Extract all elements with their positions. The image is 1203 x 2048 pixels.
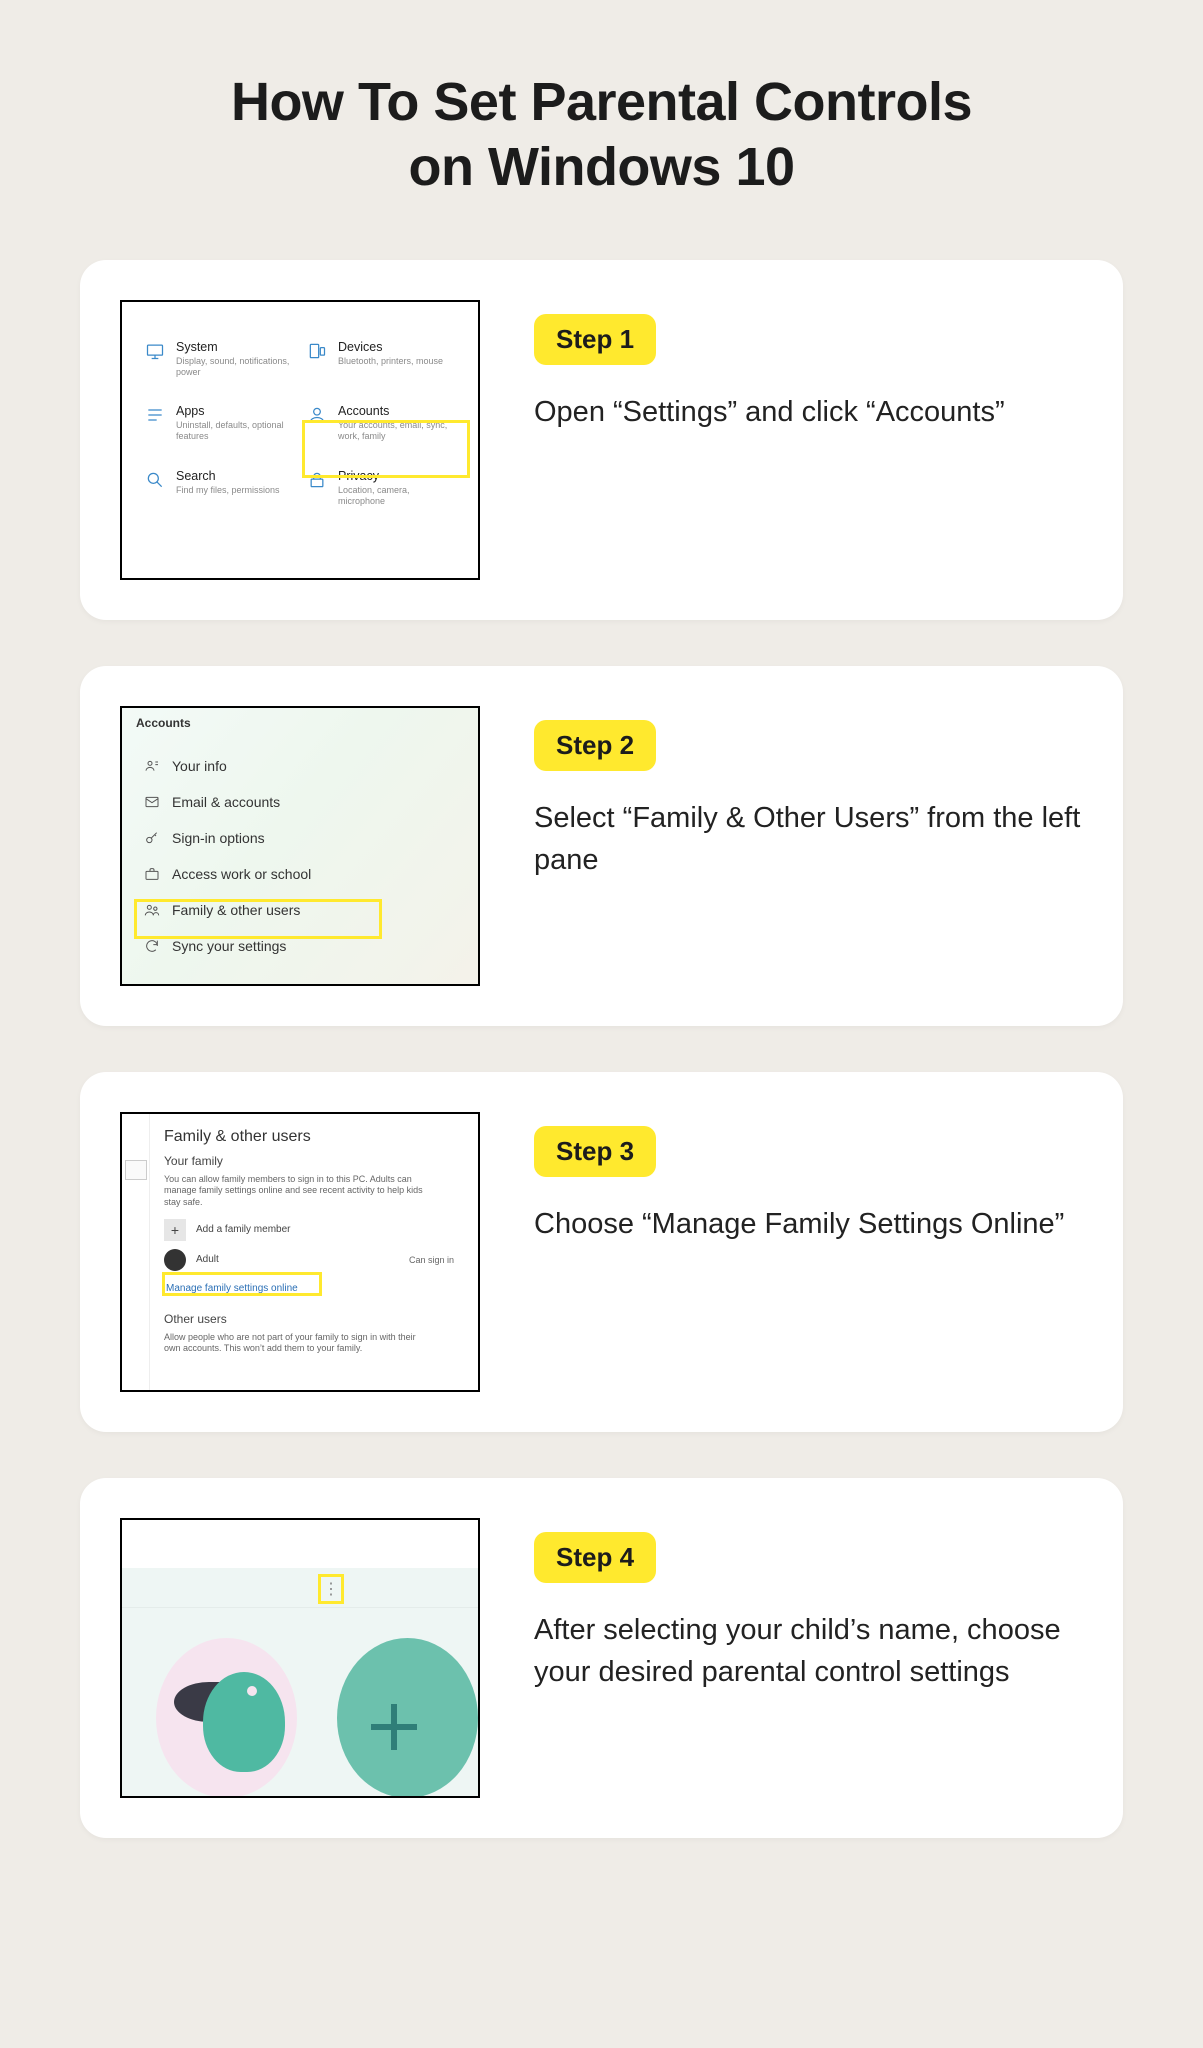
people-icon <box>144 902 160 918</box>
sidebar-item-work[interactable]: Access work or school <box>136 856 478 892</box>
tile-desc: Display, sound, notifications, power <box>176 356 294 379</box>
screenshot-family-other-users: Family & other users Your family You can… <box>120 1112 480 1392</box>
screenshot-accounts-sidebar: Accounts Your info Email & accounts Sign… <box>120 706 480 986</box>
display-icon <box>144 340 166 362</box>
manage-family-settings-link[interactable]: Manage family settings online <box>164 1279 300 1298</box>
add-family-member-button[interactable]: + Add a family member <box>164 1219 464 1241</box>
sidebar-item-email[interactable]: Email & accounts <box>136 784 478 820</box>
add-member-label: Add a family member <box>196 1224 290 1235</box>
child-avatar[interactable] <box>156 1638 297 1798</box>
tile-title: Search <box>176 469 280 483</box>
step-card-1: System Display, sound, notifications, pow… <box>80 260 1123 620</box>
tile-desc: Find my files, permissions <box>176 485 280 496</box>
person-avatar-icon <box>164 1249 186 1271</box>
briefcase-icon <box>144 866 160 882</box>
tile-title: System <box>176 340 294 354</box>
settings-tile-devices[interactable]: Devices Bluetooth, printers, mouse <box>306 340 456 379</box>
lock-icon <box>306 469 328 491</box>
mail-icon <box>144 794 160 810</box>
tile-title: Privacy <box>338 469 456 483</box>
step-badge: Step 3 <box>534 1126 656 1177</box>
sidebar-item-label: Your info <box>172 758 227 774</box>
sidebar-item-label: Email & accounts <box>172 794 280 810</box>
step-card-3: Family & other users Your family You can… <box>80 1072 1123 1432</box>
step-text: Select “Family & Other Users” from the l… <box>534 797 1083 881</box>
plus-icon <box>371 1704 417 1750</box>
person-badge-icon <box>144 758 160 774</box>
settings-tile-apps[interactable]: Apps Uninstall, defaults, optional featur… <box>144 404 294 443</box>
other-users-subhead: Other users <box>164 1312 464 1326</box>
settings-tile-accounts[interactable]: Accounts Your accounts, email, sync, work… <box>306 404 456 443</box>
search-icon <box>144 469 166 491</box>
family-blurb: You can allow family members to sign in … <box>164 1174 424 1209</box>
person-icon <box>306 404 328 426</box>
plus-icon: + <box>164 1219 186 1241</box>
apps-icon <box>144 404 166 426</box>
search-box-icon[interactable] <box>125 1160 147 1180</box>
adult-label: Adult <box>196 1254 219 1265</box>
tile-title: Apps <box>176 404 294 418</box>
sidebar-item-label: Access work or school <box>172 866 311 882</box>
tile-desc: Your accounts, email, sync, work, family <box>338 420 456 443</box>
page-title: How To Set Parental Controls on Windows … <box>80 70 1123 200</box>
sidebar-item-your-info[interactable]: Your info <box>136 748 478 784</box>
sidebar-item-label: Sync your settings <box>172 938 286 954</box>
step-badge: Step 2 <box>534 720 656 771</box>
devices-icon <box>306 340 328 362</box>
step-badge: Step 4 <box>534 1532 656 1583</box>
tile-desc: Location, camera, microphone <box>338 485 456 508</box>
screenshot-family-safety: ⋮ <box>120 1518 480 1798</box>
tile-title: Accounts <box>338 404 456 418</box>
settings-tile-privacy[interactable]: Privacy Location, camera, microphone <box>306 469 456 508</box>
tile-desc: Bluetooth, printers, mouse <box>338 356 443 367</box>
tile-title: Devices <box>338 340 443 354</box>
other-users-blurb: Allow people who are not part of your fa… <box>164 1332 424 1355</box>
step-text: After selecting your child’s name, choos… <box>534 1609 1083 1693</box>
settings-tile-search[interactable]: Search Find my files, permissions <box>144 469 294 508</box>
step-card-2: Accounts Your info Email & accounts Sign… <box>80 666 1123 1026</box>
step-text: Choose “Manage Family Settings Online” <box>534 1203 1083 1245</box>
sidebar-item-label: Sign-in options <box>172 830 265 846</box>
sidebar-item-family[interactable]: Family & other users <box>136 892 478 928</box>
step-badge: Step 1 <box>534 314 656 365</box>
family-member-row[interactable]: Adult Can sign in <box>164 1249 464 1271</box>
settings-tile-system[interactable]: System Display, sound, notifications, pow… <box>144 340 294 379</box>
add-member-avatar[interactable] <box>337 1638 478 1798</box>
your-family-subhead: Your family <box>164 1154 464 1168</box>
title-line-2: on Windows 10 <box>408 137 794 197</box>
accounts-header: Accounts <box>122 708 478 740</box>
screenshot-settings-home: System Display, sound, notifications, pow… <box>120 300 480 580</box>
family-heading: Family & other users <box>164 1128 464 1146</box>
key-icon <box>144 830 160 846</box>
step-card-4: ⋮ Step 4 After selecting your child’s na… <box>80 1478 1123 1838</box>
sidebar-item-sync[interactable]: Sync your settings <box>136 928 478 964</box>
sidebar-item-label: Family & other users <box>172 902 300 918</box>
sidebar-item-signin[interactable]: Sign-in options <box>136 820 478 856</box>
can-sign-in-label: Can sign in <box>409 1255 464 1265</box>
sync-icon <box>144 938 160 954</box>
more-menu-button[interactable]: ⋮ <box>318 1574 344 1604</box>
tile-desc: Uninstall, defaults, optional features <box>176 420 294 443</box>
step-text: Open “Settings” and click “Accounts” <box>534 391 1083 433</box>
vertical-dots-icon: ⋮ <box>323 1579 339 1599</box>
title-line-1: How To Set Parental Controls <box>231 72 972 132</box>
